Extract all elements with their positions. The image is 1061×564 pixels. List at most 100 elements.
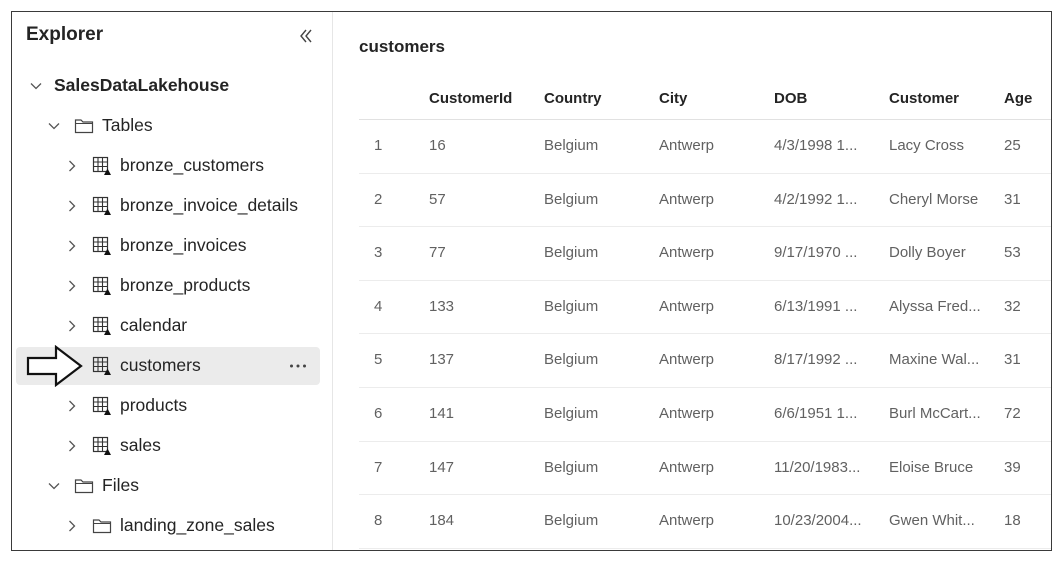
- explorer-panel: Explorer SalesDataLakehouse Tables bronz…: [12, 12, 332, 550]
- table-title: customers: [359, 37, 445, 56]
- table-icon: [92, 196, 112, 216]
- chevron-down-icon[interactable]: [46, 118, 62, 134]
- table-icon: [92, 436, 112, 456]
- folder-icon: [74, 116, 94, 136]
- column-header[interactable]: Customer: [889, 90, 981, 107]
- table-preview-pane: customers CustomerId Country City DOB Custom…: [333, 12, 1051, 550]
- table-row[interactable]: 2 57 Belgium Antwerp 4/2/1992 1... Cheryl Mor…: [359, 174, 1051, 228]
- table-cell: Antwerp: [659, 351, 715, 369]
- table-row[interactable]: 1 16 Belgium Antwerp 4/3/1998 1... Lacy Cross…: [359, 120, 1051, 174]
- tree-item-label: bronze_invoice_details: [120, 195, 299, 215]
- tree-item-label: customers: [120, 355, 201, 375]
- tree-item-label: landing_zone_sales: [120, 515, 275, 535]
- column-header[interactable]: City: [659, 90, 759, 107]
- table-cell: Belgium: [544, 244, 599, 262]
- table-cell: Antwerp: [659, 404, 715, 422]
- row-number: 7: [374, 458, 383, 476]
- collapse-explorer-button[interactable]: [294, 24, 318, 48]
- tree-item-files-folder[interactable]: Files: [16, 467, 320, 505]
- table-cell: Dolly Boyer: [889, 244, 966, 262]
- table-row[interactable]: 8 184 Belgium Antwerp 10/23/2004... Gwen Whit…: [359, 495, 1051, 549]
- tree-item-table[interactable]: calendar: [16, 307, 320, 345]
- tree-item-table[interactable]: products: [16, 387, 320, 425]
- column-header[interactable]: Age: [1004, 90, 1044, 107]
- chevron-down-icon[interactable]: [28, 78, 44, 94]
- table-cell: Antwerp: [659, 458, 715, 476]
- table-cell: 16: [429, 137, 446, 154]
- table-cell: 4/2/1992 1...: [774, 190, 858, 208]
- chevron-right-icon[interactable]: [64, 438, 80, 454]
- table-icon: [92, 236, 112, 256]
- table-cell: Alyssa Fred...: [889, 297, 981, 315]
- table-row[interactable]: 3 77 Belgium Antwerp 9/17/1970 ... Dolly Boye…: [359, 227, 1051, 281]
- table-cell: Cheryl Morse: [889, 190, 979, 208]
- table-cell: 31: [1004, 190, 1021, 208]
- row-number: 4: [374, 297, 383, 315]
- chevron-right-icon[interactable]: [64, 198, 80, 214]
- ellipsis-icon: [290, 364, 306, 368]
- chevron-down-icon[interactable]: [46, 478, 62, 494]
- chevron-right-icon[interactable]: [64, 158, 80, 174]
- table-row[interactable]: 6 141 Belgium Antwerp 6/6/1951 1... Burl McCa…: [359, 388, 1051, 442]
- table-cell: Belgium: [544, 458, 599, 476]
- table-cell: Antwerp: [659, 190, 715, 208]
- tree-item-saleslakehouse[interactable]: SalesDataLakehouse: [16, 67, 320, 105]
- table-cell: 31: [1004, 351, 1021, 369]
- table-icon: [92, 356, 112, 376]
- table-row[interactable]: 5 137 Belgium Antwerp 8/17/1992 ... Maxine Wa…: [359, 334, 1051, 388]
- pointer-arrow-icon: [26, 345, 83, 387]
- table-cell: Lacy Cross: [889, 137, 965, 154]
- chevron-right-icon[interactable]: [64, 238, 80, 254]
- row-number: 3: [374, 244, 383, 262]
- tree-item-label: Tables: [102, 115, 153, 135]
- chevron-right-icon[interactable]: [64, 278, 80, 294]
- column-header[interactable]: Country: [544, 90, 644, 107]
- tree-item-table[interactable]: sales: [16, 427, 320, 465]
- tree-item-tables-folder[interactable]: Tables: [16, 107, 320, 145]
- chevron-right-icon[interactable]: [64, 518, 80, 534]
- tree-item-table[interactable]: bronze_customers: [16, 147, 320, 185]
- row-number: 1: [374, 137, 383, 154]
- table-cell: 6/13/1991 ...: [774, 297, 858, 315]
- table-cell: Belgium: [544, 137, 599, 154]
- chevron-right-icon[interactable]: [64, 318, 80, 334]
- row-number: 8: [374, 512, 383, 530]
- table-cell: 72: [1004, 404, 1021, 422]
- tree-item-landing-zone-sales[interactable]: landing_zone_sales: [16, 507, 320, 545]
- tree-item-table[interactable]: bronze_invoice_details: [16, 187, 320, 225]
- grid-header: CustomerId Country City DOB Customer Age: [359, 78, 1051, 120]
- tree-item-label: products: [120, 395, 188, 415]
- table-cell: 25: [1004, 137, 1021, 154]
- table-cell: Belgium: [544, 297, 599, 315]
- table-row[interactable]: 4 133 Belgium Antwerp 6/13/1991 ... Alyssa Fr…: [359, 281, 1051, 335]
- table-cell: Belgium: [544, 512, 599, 530]
- table-icon: [92, 156, 112, 176]
- table-row[interactable]: 7 147 Belgium Antwerp 11/20/1983... Eloise Br…: [359, 442, 1051, 496]
- table-cell: 4/3/1998 1...: [774, 137, 858, 154]
- table-cell: 39: [1004, 458, 1021, 476]
- column-header[interactable]: CustomerId: [429, 90, 529, 107]
- table-cell: Belgium: [544, 404, 599, 422]
- column-header[interactable]: DOB: [774, 90, 864, 107]
- table-cell: Belgium: [544, 351, 599, 369]
- table-icon: [92, 276, 112, 296]
- table-cell: 10/23/2004...: [774, 512, 862, 530]
- table-cell: 184: [429, 512, 455, 530]
- tree-item-label: bronze_products: [120, 275, 251, 295]
- table-cell: 147: [429, 458, 455, 476]
- tree-item-label: SalesDataLakehouse: [54, 75, 230, 95]
- table-cell: 8/17/1992 ...: [774, 351, 858, 369]
- table-cell: Maxine Wal...: [889, 351, 980, 369]
- table-cell: Antwerp: [659, 297, 715, 315]
- tree-item-table[interactable]: bronze_invoices: [16, 227, 320, 265]
- chevron-right-icon[interactable]: [64, 398, 80, 414]
- more-options-button[interactable]: [286, 356, 310, 376]
- table-cell: 77: [429, 244, 446, 262]
- table-icon: [92, 316, 112, 336]
- tree-item-label: bronze_customers: [120, 155, 264, 175]
- tree-item-table[interactable]: bronze_products: [16, 267, 320, 305]
- table-cell: Antwerp: [659, 244, 715, 262]
- table-cell: 6/6/1951 1...: [774, 404, 858, 422]
- table-cell: 133: [429, 297, 455, 315]
- table-cell: Gwen Whit...: [889, 512, 975, 530]
